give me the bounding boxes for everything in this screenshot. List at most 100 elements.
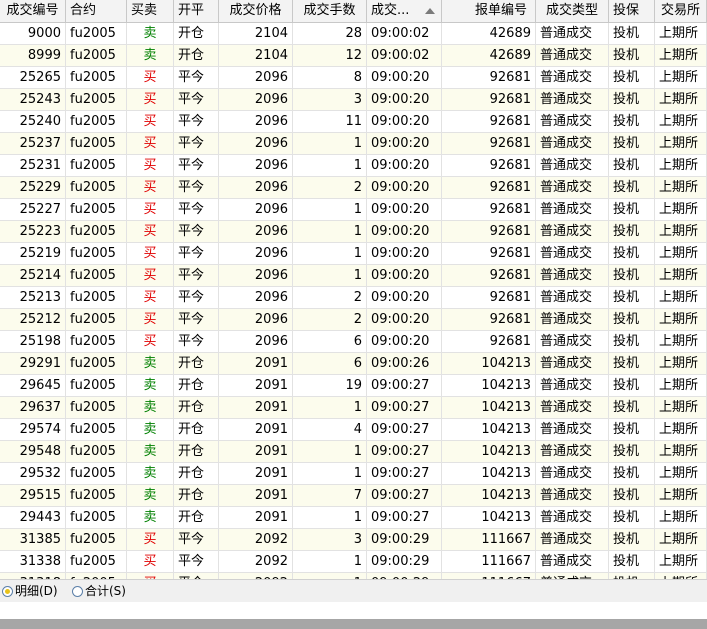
cell-type: 普通成交 xyxy=(536,309,609,331)
cell-hedge: 投机 xyxy=(609,507,655,529)
cell-price: 2096 xyxy=(219,177,293,199)
table-row[interactable]: 25214 fu2005 买平今 2096 1 09:00:20 92681 普通成交 投机 上期… xyxy=(0,265,707,287)
column-header-qty[interactable]: 成交手数 xyxy=(293,0,367,22)
cell-time: 09:00:20 xyxy=(367,155,442,177)
table-row[interactable]: 9000 fu2005 卖开仓 2104 28 09:00:02 42689 普通成交 投机 上期… xyxy=(0,23,707,45)
cell-side: 买 xyxy=(127,111,174,133)
cell-hedge: 投机 xyxy=(609,265,655,287)
table-row[interactable]: 25231 fu2005 买平今 2096 1 09:00:20 92681 普通成交 投机 上期… xyxy=(0,155,707,177)
cell-qty: 2 xyxy=(293,177,367,199)
cell-time: 09:00:20 xyxy=(367,89,442,111)
cell-contract: fu2005 xyxy=(66,397,127,419)
table-row[interactable]: 31385 fu2005 买平今 2092 3 09:00:29 111667 普通成交 投机上… xyxy=(0,529,707,551)
table-row[interactable]: 25265 fu2005 买平今 2096 8 09:00:20 92681 普通成交 投机 上期… xyxy=(0,67,707,89)
summary-radio[interactable]: 合计(S) xyxy=(72,583,126,599)
cell-exchange: 上期所 xyxy=(655,353,707,375)
table-row[interactable]: 29532 fu2005 卖开仓 2091 1 09:00:27 104213 普通成交 投机上… xyxy=(0,463,707,485)
cell-qty: 3 xyxy=(293,89,367,111)
column-header-id[interactable]: 成交编号 xyxy=(0,0,66,22)
table-row[interactable]: 29548 fu2005 卖开仓 2091 1 09:00:27 104213 普通成交 投机上… xyxy=(0,441,707,463)
column-header-openclose[interactable]: 开平 xyxy=(174,0,219,22)
column-header-side[interactable]: 买卖 xyxy=(127,0,174,22)
summary-radio-label: 合计(S) xyxy=(85,584,126,598)
cell-time: 09:00:02 xyxy=(367,45,442,67)
table-row[interactable]: 25219 fu2005 买平今 2096 1 09:00:20 92681 普通成交 投机 上期… xyxy=(0,243,707,265)
table-row[interactable]: 25227 fu2005 买平今 2096 1 09:00:20 92681 普通成交 投机 上期… xyxy=(0,199,707,221)
cell-side: 卖 xyxy=(127,397,174,419)
cell-hedge: 投机 xyxy=(609,133,655,155)
cell-type: 普通成交 xyxy=(536,221,609,243)
cell-qty: 1 xyxy=(293,551,367,573)
cell-id: 31385 xyxy=(0,529,66,551)
cell-hedge: 投机 xyxy=(609,551,655,573)
cell-price: 2096 xyxy=(219,89,293,111)
table-row[interactable]: 25240 fu2005 买平今 2096 11 09:00:20 92681 普通成交 投机上… xyxy=(0,111,707,133)
cell-hedge: 投机 xyxy=(609,353,655,375)
column-header-order[interactable]: 报单编号 xyxy=(442,0,536,22)
cell-contract: fu2005 xyxy=(66,485,127,507)
cell-exchange: 上期所 xyxy=(655,155,707,177)
table-row[interactable]: 25223 fu2005 买平今 2096 1 09:00:20 92681 普通成交 投机 上期… xyxy=(0,221,707,243)
horizontal-scrollbar[interactable] xyxy=(0,619,707,629)
table-row[interactable]: 25212 fu2005 买平今 2096 2 09:00:20 92681 普通成交 投机 上期… xyxy=(0,309,707,331)
cell-contract: fu2005 xyxy=(66,45,127,67)
cell-contract: fu2005 xyxy=(66,177,127,199)
column-header-price[interactable]: 成交价格 xyxy=(219,0,293,22)
column-header-type[interactable]: 成交类型 xyxy=(536,0,609,22)
column-header-label: 合约 xyxy=(70,3,97,18)
cell-type: 普通成交 xyxy=(536,199,609,221)
cell-contract: fu2005 xyxy=(66,463,127,485)
cell-openclose: 平今 xyxy=(174,287,219,309)
cell-exchange: 上期所 xyxy=(655,397,707,419)
cell-type: 普通成交 xyxy=(536,485,609,507)
cell-price: 2091 xyxy=(219,419,293,441)
cell-id: 29548 xyxy=(0,441,66,463)
cell-openclose: 平今 xyxy=(174,133,219,155)
trade-records-table[interactable]: 成交编号 合约 买卖 开平 成交价格 成交手数 成交... 报单编号 成交类型 投保 交易所 900… xyxy=(0,0,707,579)
table-row[interactable]: 25198 fu2005 买平今 2096 6 09:00:20 92681 普通成交 投机 上期… xyxy=(0,331,707,353)
cell-side: 卖 xyxy=(127,353,174,375)
table-row[interactable]: 29574 fu2005 卖开仓 2091 4 09:00:27 104213 普通成交 投机上… xyxy=(0,419,707,441)
cell-openclose: 平今 xyxy=(174,265,219,287)
cell-openclose: 开仓 xyxy=(174,419,219,441)
table-row[interactable]: 25237 fu2005 买平今 2096 1 09:00:20 92681 普通成交 投机 上期… xyxy=(0,133,707,155)
column-header-time[interactable]: 成交... xyxy=(367,0,442,22)
table-row[interactable]: 25243 fu2005 买平今 2096 3 09:00:20 92681 普通成交 投机 上期… xyxy=(0,89,707,111)
cell-order: 104213 xyxy=(442,485,536,507)
cell-order: 92681 xyxy=(442,133,536,155)
table-row[interactable]: 25229 fu2005 买平今 2096 2 09:00:20 92681 普通成交 投机 上期… xyxy=(0,177,707,199)
cell-contract: fu2005 xyxy=(66,67,127,89)
cell-qty: 1 xyxy=(293,265,367,287)
column-header-label: 成交类型 xyxy=(545,3,598,18)
detail-radio[interactable]: 明细(D) xyxy=(2,583,58,599)
cell-type: 普通成交 xyxy=(536,551,609,573)
table-row[interactable]: 8999 fu2005 卖开仓 2104 12 09:00:02 42689 普通成交 投机 上期… xyxy=(0,45,707,67)
cell-side: 卖 xyxy=(127,463,174,485)
column-header-hedge[interactable]: 投保 xyxy=(609,0,655,22)
table-header: 成交编号 合约 买卖 开平 成交价格 成交手数 成交... 报单编号 成交类型 投保 交易所 xyxy=(0,0,707,23)
table-row[interactable]: 29443 fu2005 卖开仓 2091 1 09:00:27 104213 普通成交 投机上… xyxy=(0,507,707,529)
cell-type: 普通成交 xyxy=(536,331,609,353)
table-row[interactable]: 29515 fu2005 卖开仓 2091 7 09:00:27 104213 普通成交 投机上… xyxy=(0,485,707,507)
cell-order: 92681 xyxy=(442,265,536,287)
view-mode-bar: 明细(D) 合计(S) xyxy=(0,579,707,602)
column-header-label: 交易所 xyxy=(660,3,700,18)
cell-contract: fu2005 xyxy=(66,199,127,221)
cell-time: 09:00:20 xyxy=(367,243,442,265)
cell-price: 2096 xyxy=(219,221,293,243)
table-row[interactable]: 31338 fu2005 买平今 2092 1 09:00:29 111667 普通成交 投机上… xyxy=(0,551,707,573)
table-row[interactable]: 29291 fu2005 卖开仓 2091 6 09:00:26 104213 普通成交 投机上… xyxy=(0,353,707,375)
column-header-exchange[interactable]: 交易所 xyxy=(655,0,707,22)
cell-qty: 4 xyxy=(293,419,367,441)
table-row[interactable]: 29637 fu2005 卖开仓 2091 1 09:00:27 104213 普通成交 投机上… xyxy=(0,397,707,419)
cell-side: 卖 xyxy=(127,45,174,67)
cell-hedge: 投机 xyxy=(609,441,655,463)
cell-price: 2091 xyxy=(219,397,293,419)
cell-id: 31338 xyxy=(0,551,66,573)
cell-openclose: 开仓 xyxy=(174,353,219,375)
table-row[interactable]: 25213 fu2005 买平今 2096 2 09:00:20 92681 普通成交 投机 上期… xyxy=(0,287,707,309)
column-header-contract[interactable]: 合约 xyxy=(66,0,127,22)
table-row[interactable]: 29645 fu2005 卖开仓 2091 19 09:00:27 104213 普通成交 投机… xyxy=(0,375,707,397)
cell-hedge: 投机 xyxy=(609,243,655,265)
cell-openclose: 开仓 xyxy=(174,463,219,485)
